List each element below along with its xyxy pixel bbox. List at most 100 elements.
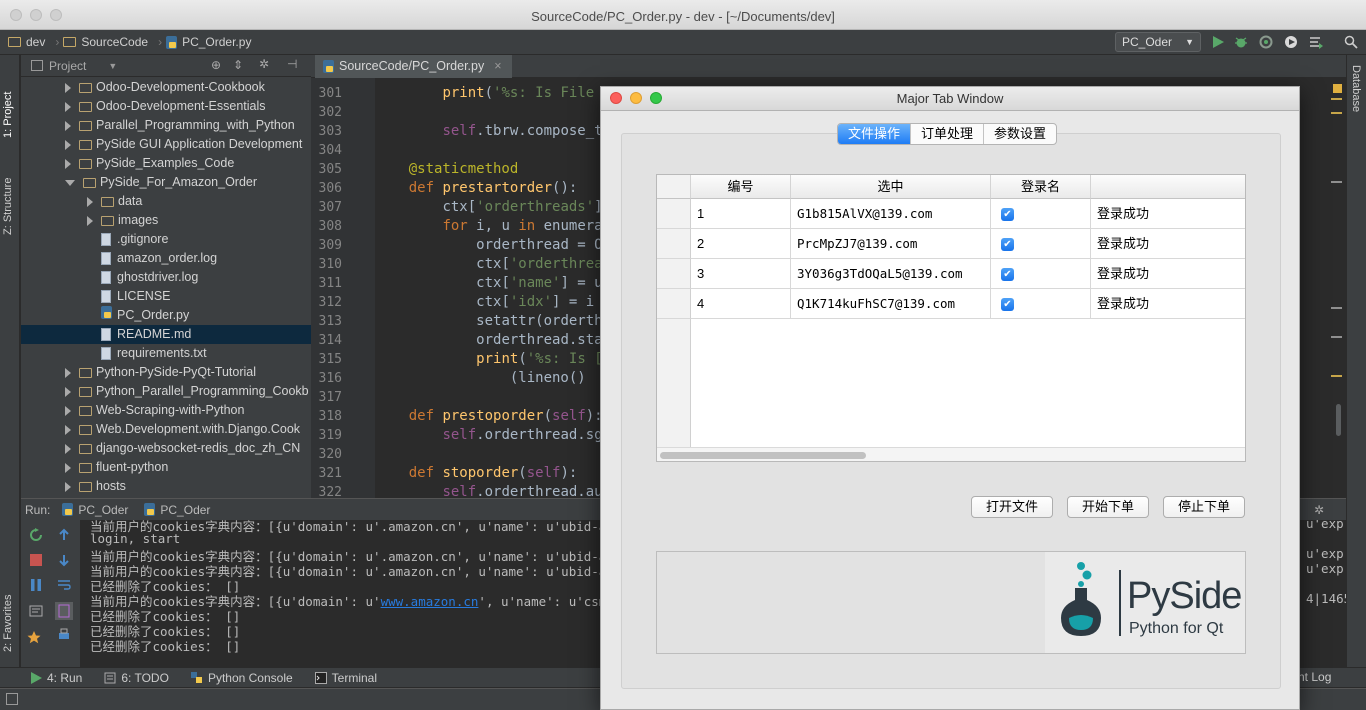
console-link[interactable]: www.amazon.cn [381, 594, 479, 609]
tree-item[interactable]: ghostdriver.log [21, 268, 311, 287]
cell-status[interactable]: 登录成功 [1091, 259, 1245, 289]
print-icon[interactable] [57, 628, 71, 642]
tree-item[interactable]: django-websocket-redis_doc_zh_CN [21, 439, 311, 458]
dump-threads-icon[interactable] [29, 604, 43, 618]
project-view-select[interactable]: Project [49, 59, 86, 73]
pause-icon[interactable] [29, 578, 43, 592]
dialog-zoom-button[interactable] [650, 92, 662, 104]
tree-item[interactable]: .gitignore [21, 230, 311, 249]
tree-item[interactable]: images [21, 211, 311, 230]
horizontal-scrollbar[interactable] [657, 447, 1245, 461]
row-header[interactable] [657, 259, 691, 289]
coverage-icon[interactable] [1259, 35, 1273, 49]
chevron-right-icon[interactable] [65, 462, 71, 473]
checkbox-checked-icon[interactable]: ✔ [1001, 238, 1014, 251]
chevron-right-icon[interactable] [65, 481, 71, 492]
minimize-window-button[interactable] [30, 9, 42, 21]
chevron-right-icon[interactable] [65, 158, 71, 169]
tree-item[interactable]: README.md [21, 325, 311, 344]
row-header[interactable] [657, 289, 691, 319]
tree-item[interactable]: fluent-python [21, 458, 311, 477]
scroll-up-icon[interactable] [57, 528, 71, 542]
checkbox-checked-icon[interactable]: ✔ [1001, 208, 1014, 221]
tree-item[interactable]: Python_Parallel_Programming_Cookb [21, 382, 311, 401]
chevron-right-icon[interactable] [65, 367, 71, 378]
cell-email[interactable]: Q1K714kuFhSC7@139.com [791, 289, 991, 319]
breadcrumb-folder[interactable]: SourceCode [63, 35, 148, 49]
chevron-down-icon[interactable] [65, 179, 75, 186]
tree-item[interactable]: PySide_Examples_Code [21, 154, 311, 173]
run-icon[interactable] [1211, 35, 1225, 49]
cell-checkbox[interactable]: ✔ [991, 229, 1091, 259]
hide-panel-icon[interactable]: ⊣ [287, 57, 297, 71]
column-header-login[interactable]: 登录名 [991, 175, 1091, 199]
tree-item[interactable]: Web.Development.with.Django.Cook [21, 420, 311, 439]
tree-item[interactable]: Odoo-Development-Essentials [21, 97, 311, 116]
tree-item[interactable]: requirements.txt [21, 344, 311, 363]
chevron-down-icon[interactable]: ▼ [108, 61, 117, 71]
cell-checkbox[interactable]: ✔ [991, 259, 1091, 289]
cell-checkbox[interactable]: ✔ [991, 289, 1091, 319]
vcs-icon[interactable] [1309, 35, 1323, 49]
gear-icon[interactable]: ✲ [1314, 503, 1324, 517]
zoom-window-button[interactable] [50, 9, 62, 21]
bottom-tab-python-console[interactable]: Python Console [190, 671, 293, 685]
bottom-tab-terminal[interactable]: Terminal [314, 671, 377, 685]
tab-file-operations[interactable]: 文件操作 [838, 124, 912, 144]
editor-scrollbar[interactable] [1327, 78, 1346, 498]
collapse-icon[interactable]: ⇕ [233, 58, 243, 72]
close-window-button[interactable] [10, 9, 22, 21]
breadcrumb-root[interactable]: dev [8, 35, 45, 49]
tool-tab-database[interactable]: Database [1350, 65, 1362, 135]
run-tab-2[interactable]: PC_Oder [144, 503, 210, 517]
stop-icon[interactable] [29, 553, 43, 567]
stop-order-button[interactable]: 停止下单 [1163, 496, 1245, 518]
editor-tab-pc-order[interactable]: SourceCode/PC_Order.py × [315, 55, 512, 78]
cell-status[interactable]: 登录成功 [1091, 229, 1245, 259]
sync-icon[interactable]: ⊕ [211, 58, 221, 72]
cell-email[interactable]: G1b815AlVX@139.com [791, 199, 991, 229]
chevron-right-icon[interactable] [65, 443, 71, 454]
dialog-close-button[interactable] [610, 92, 622, 104]
tree-item[interactable]: PySide GUI Application Development [21, 135, 311, 154]
rerun-icon[interactable] [29, 528, 43, 542]
chevron-right-icon[interactable] [65, 386, 71, 397]
scroll-down-icon[interactable] [57, 553, 71, 567]
checkbox-checked-icon[interactable]: ✔ [1001, 268, 1014, 281]
cell-status[interactable]: 登录成功 [1091, 199, 1245, 229]
chevron-right-icon[interactable] [87, 215, 93, 226]
scroll-thumb[interactable] [1336, 404, 1341, 436]
tree-item[interactable]: LICENSE [21, 287, 311, 306]
chevron-right-icon[interactable] [65, 405, 71, 416]
favorites-star-icon[interactable] [27, 630, 41, 644]
cell-id[interactable]: 2 [691, 229, 791, 259]
gear-icon[interactable]: ✲ [259, 57, 269, 71]
code-editor[interactable]: print('%s: Is File self.tbrw.compose_t @… [375, 78, 605, 498]
cell-id[interactable]: 4 [691, 289, 791, 319]
soft-wrap-icon[interactable] [57, 578, 71, 592]
tab-parameter-settings[interactable]: 参数设置 [984, 124, 1056, 144]
scroll-to-end-icon[interactable] [55, 602, 73, 620]
tool-tab-favorites[interactable]: 2: Favorites [2, 570, 14, 652]
row-header[interactable] [657, 199, 691, 229]
cell-checkbox[interactable]: ✔ [991, 199, 1091, 229]
chevron-right-icon[interactable] [87, 196, 93, 207]
tree-item[interactable]: Odoo-Development-Cookbook [21, 78, 311, 97]
tree-item[interactable]: Parallel_Programming_with_Python [21, 116, 311, 135]
chevron-right-icon[interactable] [65, 120, 71, 131]
dialog-minimize-button[interactable] [630, 92, 642, 104]
tool-tab-project[interactable]: 1: Project [2, 63, 14, 138]
chevron-right-icon[interactable] [65, 424, 71, 435]
tree-item[interactable]: Web-Scraping-with-Python [21, 401, 311, 420]
bottom-tab-run[interactable]: 4: Run [30, 671, 82, 685]
cell-email[interactable]: PrcMpZJ7@139.com [791, 229, 991, 259]
chevron-right-icon[interactable] [65, 101, 71, 112]
checkbox-checked-icon[interactable]: ✔ [1001, 298, 1014, 311]
tree-item[interactable]: hosts [21, 477, 311, 496]
chevron-right-icon[interactable] [65, 82, 71, 93]
close-tab-icon[interactable]: × [494, 55, 501, 78]
column-header-selected[interactable]: 选中 [791, 175, 991, 199]
profile-icon[interactable] [1284, 35, 1298, 49]
tree-item[interactable]: data [21, 192, 311, 211]
chevron-right-icon[interactable] [65, 139, 71, 150]
